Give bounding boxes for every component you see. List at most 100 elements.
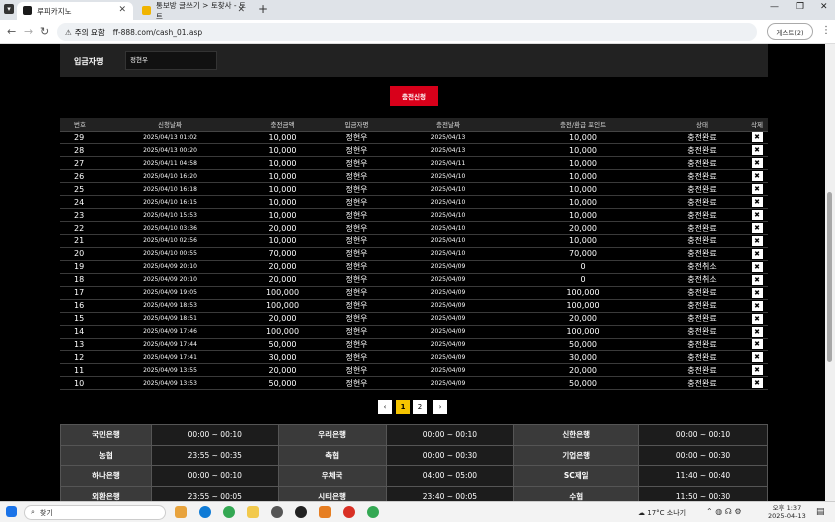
close-tab-icon[interactable]: ✕ xyxy=(118,5,126,15)
cell-status: 충전완료 xyxy=(658,208,746,223)
tab-search-icon[interactable]: ▾ xyxy=(4,4,14,14)
bank-row: 국민은행 00:00 ~ 00:10 우리은행 00:00 ~ 00:10 신한은행 00… xyxy=(60,424,768,446)
table-row: 26 2025/04/10 16:20 10,000 정현우 2025/04/10 10,… xyxy=(60,169,768,184)
url-text[interactable]: ff-888.com/cash_01.asp xyxy=(113,28,202,37)
menu-icon[interactable]: ⋮ xyxy=(821,25,831,36)
casino-favicon-icon xyxy=(23,6,32,15)
bank-maintenance-time: 23:55 ~ 00:05 xyxy=(150,485,279,501)
cell-delete: ✖ xyxy=(746,350,768,365)
new-tab-icon[interactable]: + xyxy=(258,2,268,16)
cell-request-date: 2025/04/09 20:10 xyxy=(100,273,240,287)
close-window-icon[interactable]: ✕ xyxy=(820,2,828,12)
delete-row-button[interactable]: ✖ xyxy=(751,300,763,311)
delete-row-button[interactable]: ✖ xyxy=(751,339,763,350)
url-field[interactable]: ⚠ 주의 요함 ff-888.com/cash_01.asp xyxy=(57,23,757,41)
file-explorer-icon[interactable] xyxy=(247,506,259,518)
cell-delete: ✖ xyxy=(746,143,768,158)
header-status: 상태 xyxy=(658,118,746,132)
table-row: 22 2025/04/10 03:36 20,000 정현우 2025/04/10 20,… xyxy=(60,221,768,235)
app-icon[interactable] xyxy=(295,506,307,518)
table-row: 19 2025/04/09 20:10 20,000 정현우 2025/04/09 0 충전… xyxy=(60,260,768,274)
cell-points: 10,000 xyxy=(508,169,658,184)
charge-request-button[interactable]: 충전신청 xyxy=(390,86,438,106)
delete-row-button[interactable]: ✖ xyxy=(751,184,763,195)
reload-icon[interactable]: ↻ xyxy=(40,25,49,38)
delete-row-button[interactable]: ✖ xyxy=(751,171,763,182)
scrollbar[interactable] xyxy=(825,44,835,501)
security-label[interactable]: 주의 요함 xyxy=(75,27,105,38)
delete-row-button[interactable]: ✖ xyxy=(751,274,763,285)
delete-row-button[interactable]: ✖ xyxy=(751,145,763,156)
delete-row-button[interactable]: ✖ xyxy=(751,287,763,298)
delete-row-button[interactable]: ✖ xyxy=(751,261,763,272)
cell-number: 25 xyxy=(60,182,100,197)
back-icon[interactable]: ← xyxy=(7,25,16,38)
bank-row: 하나은행 00:00 ~ 00:10 우체국 04:00 ~ 05:00 SC제일 11:… xyxy=(60,465,768,487)
cell-status: 충전완료 xyxy=(658,376,746,391)
delete-row-button[interactable]: ✖ xyxy=(751,378,763,389)
notification-icon[interactable]: ▤ xyxy=(816,507,825,517)
edge-icon[interactable] xyxy=(199,506,211,518)
delete-row-button[interactable]: ✖ xyxy=(751,132,763,143)
forward-icon[interactable]: → xyxy=(24,25,33,38)
delete-row-button[interactable]: ✖ xyxy=(751,235,763,246)
depositor-label: 입금자명 xyxy=(74,57,104,66)
tab-active[interactable]: 루피카지노 ✕ xyxy=(17,2,133,20)
app-icon[interactable] xyxy=(319,506,331,518)
table-row: 21 2025/04/10 02:56 10,000 정현우 2025/04/10 10,… xyxy=(60,234,768,248)
app-icon[interactable] xyxy=(343,506,355,518)
bank-name: 우리은행 xyxy=(277,424,387,446)
delete-row-button[interactable]: ✖ xyxy=(751,210,763,221)
chrome-icon[interactable] xyxy=(367,506,379,518)
widgets-icon[interactable] xyxy=(175,506,187,518)
cell-depositor: 정현우 xyxy=(325,169,388,184)
cell-status: 충전완료 xyxy=(658,182,746,197)
windows-start-icon[interactable] xyxy=(6,506,17,517)
cell-request-date: 2025/04/10 03:36 xyxy=(100,221,240,235)
cell-number: 21 xyxy=(60,234,100,248)
cell-points: 100,000 xyxy=(508,325,658,339)
cell-status: 충전완료 xyxy=(658,325,746,339)
depositor-input[interactable]: 정현우 xyxy=(125,51,217,70)
taskbar-search[interactable]: ⌕ 찾기 xyxy=(24,505,166,520)
delete-row-button[interactable]: ✖ xyxy=(751,248,763,259)
cell-status: 충전취소 xyxy=(658,260,746,274)
weather-widget[interactable]: ☁ 17°C 소나기 xyxy=(638,508,686,518)
bank-maintenance-time: 00:00 ~ 00:10 xyxy=(385,424,515,446)
warning-icon[interactable]: ⚠ xyxy=(65,28,72,37)
delete-row-button[interactable]: ✖ xyxy=(751,313,763,324)
table-row: 28 2025/04/13 00:20 10,000 정현우 2025/04/13 10,… xyxy=(60,143,768,158)
minimize-icon[interactable]: — xyxy=(770,2,779,12)
delete-row-button[interactable]: ✖ xyxy=(751,352,763,363)
next-page-button[interactable]: › xyxy=(433,400,447,414)
delete-row-button[interactable]: ✖ xyxy=(751,158,763,169)
scrollbar-thumb[interactable] xyxy=(827,192,832,362)
cell-delete: ✖ xyxy=(746,299,768,313)
search-icon: ⌕ xyxy=(31,508,35,516)
profile-button[interactable]: 게스트(2) xyxy=(767,23,813,40)
page-1-button[interactable]: 1 xyxy=(396,400,410,414)
delete-row-button[interactable]: ✖ xyxy=(751,326,763,337)
cell-delete: ✖ xyxy=(746,260,768,274)
app-icon[interactable] xyxy=(271,506,283,518)
restore-icon[interactable]: ❐ xyxy=(796,2,804,12)
prev-page-button[interactable]: ‹ xyxy=(378,400,392,414)
tray-icons[interactable]: ⌃ ◍ ☊ ⚙ xyxy=(706,507,742,516)
cell-request-date: 2025/04/09 18:53 xyxy=(100,299,240,313)
close-tab-icon[interactable]: ✕ xyxy=(237,5,245,15)
cell-points: 70,000 xyxy=(508,247,658,261)
tab-inactive[interactable]: 통보방 글쓰기 > 토찾사 - 토트 ✕ xyxy=(136,1,252,21)
chrome-icon[interactable] xyxy=(223,506,235,518)
cell-delete: ✖ xyxy=(746,312,768,326)
cell-depositor: 정현우 xyxy=(325,131,388,145)
cell-request-date: 2025/04/10 02:56 xyxy=(100,234,240,248)
system-clock[interactable]: 오후 1:37 2025-04-13 xyxy=(768,504,806,520)
cell-status: 충전완료 xyxy=(658,195,746,210)
delete-row-button[interactable]: ✖ xyxy=(751,365,763,376)
page-2-button[interactable]: 2 xyxy=(413,400,427,414)
cell-points: 10,000 xyxy=(508,156,658,171)
cell-charge-date: 2025/04/13 xyxy=(388,131,508,145)
delete-row-button[interactable]: ✖ xyxy=(751,223,763,234)
cell-amount: 10,000 xyxy=(240,169,325,184)
delete-row-button[interactable]: ✖ xyxy=(751,197,763,208)
